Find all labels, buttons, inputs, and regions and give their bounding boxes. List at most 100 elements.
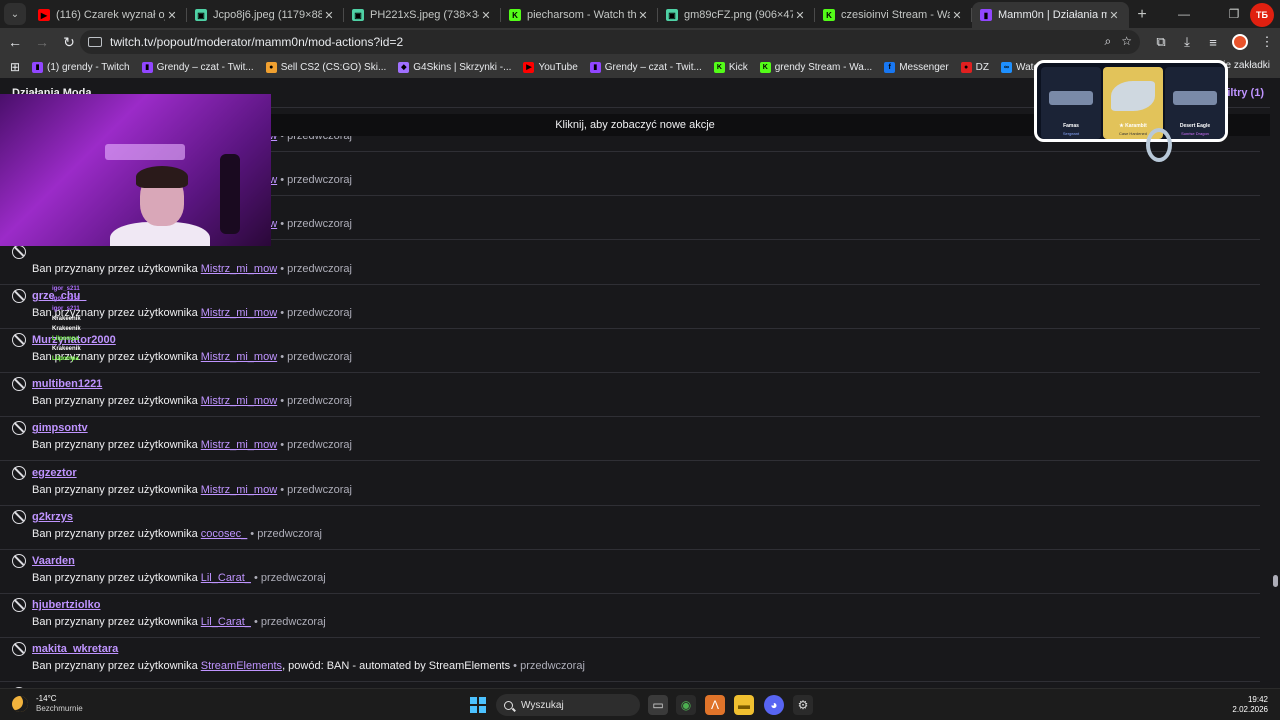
tab-close-icon[interactable]: ✕ xyxy=(479,9,493,22)
ban-icon xyxy=(12,554,26,568)
moderator-link[interactable]: Mistrz_mi_mow xyxy=(201,439,277,451)
browser-tab[interactable]: ▣ gm89cFZ.png (906×474)✕ xyxy=(658,2,815,28)
mod-action-row: egzeztor Ban przyznany przez użytkownika … xyxy=(0,462,1260,506)
bookmark-item[interactable]: ▶ YouTube xyxy=(523,61,578,73)
case-item-name: Famas xyxy=(1063,123,1079,129)
moderator-link[interactable]: StreamElements xyxy=(201,660,282,672)
banned-username-link[interactable]: g2krzys xyxy=(32,511,73,523)
moderator-link[interactable]: Mistrz_mi_mow xyxy=(201,307,277,319)
bookmark-item[interactable]: K Kick xyxy=(713,61,748,73)
mod-action-row: Vaarden Ban przyznany przez użytkownika L… xyxy=(0,550,1260,594)
weather-widget[interactable]: -14°C Bezchmurnie xyxy=(12,694,83,714)
bookmark-favicon-icon: K xyxy=(713,61,725,73)
bookmark-item[interactable]: ● Sell CS2 (CS:GO) Ski... xyxy=(265,61,386,73)
bookmark-favicon-icon: ● xyxy=(265,61,277,73)
tab-search-chevron-icon[interactable]: ⌄ xyxy=(4,3,26,25)
tab-close-icon[interactable]: ✕ xyxy=(165,9,179,22)
moderator-link[interactable]: Mistrz_mi_mow xyxy=(201,263,277,275)
system-clock[interactable]: 19:42 2.02.2026 xyxy=(1232,695,1268,715)
tab-title: gm89cFZ.png (906×474) xyxy=(684,9,793,21)
tab-close-icon[interactable]: ✕ xyxy=(950,9,964,22)
action-time: • przedwczoraj xyxy=(247,527,322,540)
start-icon[interactable] xyxy=(470,697,486,713)
taskbar-search[interactable]: Wyszukaj xyxy=(496,694,640,716)
banned-username-link[interactable]: gimpsontv xyxy=(32,422,88,434)
bookmark-item[interactable]: ◆ G4Skins | Skrzynki -... xyxy=(398,61,511,73)
mod-action-row: makita_wkretara Ban przyznany przez użytk… xyxy=(0,638,1260,683)
ban-icon xyxy=(12,509,26,524)
chat-overlay-name: Krakeenik xyxy=(52,346,81,352)
bookmark-item[interactable]: ▮ Grendy – czat - Twit... xyxy=(589,61,702,73)
banned-username-link[interactable]: hjubertziolko xyxy=(32,599,100,611)
browser-tab[interactable]: Kczesioinvi Stream - Watch Live✕ xyxy=(815,2,972,28)
browser-tab[interactable]: ▶ (116) Czarek wyznał ojcu, że jest✕ xyxy=(30,2,187,28)
bookmark-label: Grendy – czat - Twit... xyxy=(156,61,254,73)
tab-title: Mamm0n | Działania moda - Tw xyxy=(998,9,1107,21)
bookmark-item[interactable]: ▮ (1) grendy - Twitch xyxy=(32,61,130,73)
ban-reason: , powód: BAN - automated by StreamElemen… xyxy=(282,660,511,673)
menu-icon[interactable]: ⋮ xyxy=(1254,34,1280,50)
browser-tab[interactable]: Kpiecharsom - Watch the VOD o✕ xyxy=(501,2,658,28)
zoom-icon[interactable]: ⌕ xyxy=(1105,34,1112,49)
ban-icon xyxy=(12,288,26,303)
bookmark-item[interactable]: ● DZ xyxy=(960,61,989,73)
address-bar[interactable]: twitch.tv/popout/moderator/mamm0n/mod-ac… xyxy=(80,30,1140,54)
tab-close-icon[interactable]: ✕ xyxy=(636,9,650,22)
tab-close-icon[interactable]: ✕ xyxy=(1107,9,1121,22)
steam-icon[interactable]: ⚙ xyxy=(793,695,813,715)
browser-tab[interactable]: ▣ Jcpo8j6.jpeg (1179×883) ✕ xyxy=(187,2,344,28)
app-orange-icon[interactable]: Λ xyxy=(705,695,725,715)
minimize-icon[interactable]: — xyxy=(1164,0,1204,28)
tab-favicon-icon: K xyxy=(509,9,521,21)
moderator-link[interactable]: Mistrz_mi_mow xyxy=(201,484,277,496)
action-text: Ban przyznany przez użytkownika xyxy=(32,262,201,275)
bookmark-star-icon[interactable]: ☆ xyxy=(1121,34,1132,49)
weapon-icon xyxy=(1111,81,1155,111)
weapon-icon xyxy=(1049,91,1093,105)
moderator-link[interactable]: Mistrz_mi_mow xyxy=(201,395,277,407)
chat-overlay-name: Krakeenik xyxy=(52,316,81,322)
chrome-icon[interactable]: ◉ xyxy=(676,695,696,715)
bookmark-item[interactable]: f Messenger xyxy=(884,61,949,73)
browser-tab[interactable]: ▮ Mamm0n | Działania moda - Tw✕ xyxy=(972,2,1129,28)
banned-username-link[interactable]: makita_wkretara xyxy=(32,643,118,655)
scroll-thumb[interactable] xyxy=(1273,575,1278,587)
ban-icon xyxy=(12,642,26,657)
moderator-link[interactable]: Lil_Carat_ xyxy=(201,616,251,628)
back-icon[interactable]: ← xyxy=(3,30,27,54)
site-info-icon[interactable] xyxy=(88,37,102,47)
tab-favicon-icon: ▶ xyxy=(38,9,50,21)
media-controls-icon[interactable]: ≡ xyxy=(1200,35,1226,50)
file-explorer-icon[interactable]: ▬ xyxy=(734,695,754,715)
maximize-icon[interactable]: ❐ xyxy=(1214,0,1254,28)
bookmark-label: YouTube xyxy=(538,61,578,73)
bookmark-item[interactable]: Kgrendy Stream - Wa... xyxy=(759,61,872,73)
banned-username-link[interactable]: Vaarden xyxy=(32,555,75,567)
tab-favicon-icon: ▮ xyxy=(980,9,992,21)
task-view-icon[interactable]: ▭ xyxy=(648,695,668,715)
download-icon[interactable]: ⤓ xyxy=(1174,34,1200,50)
moderator-link[interactable]: cocosec_ xyxy=(201,528,247,540)
banned-username-link[interactable]: egzeztor xyxy=(32,467,77,479)
new-tab-button[interactable]: + xyxy=(1129,2,1155,28)
scrollbar[interactable] xyxy=(1270,78,1280,688)
action-text: Ban przyznany przez użytkownika xyxy=(32,616,201,629)
bookmark-item[interactable]: ▮ Grendy – czat - Twit... xyxy=(141,61,254,73)
tab-close-icon[interactable]: ✕ xyxy=(793,9,807,22)
profile-avatar[interactable] xyxy=(1232,34,1248,50)
action-text: Ban przyznany przez użytkownika xyxy=(32,439,201,452)
action-text: Ban przyznany przez użytkownika xyxy=(32,660,201,673)
browser-tab[interactable]: ▣ PH221xS.jpeg (738×341)✕ xyxy=(344,2,501,28)
tab-close-icon[interactable]: ✕ xyxy=(322,9,336,22)
banned-username-link[interactable]: multiben1221 xyxy=(32,378,102,390)
reload-icon[interactable]: ↻ xyxy=(57,30,81,54)
moderator-link[interactable]: Mistrz_mi_mow xyxy=(201,351,277,363)
tab-title: (116) Czarek wyznał ojcu, że jest xyxy=(56,9,165,21)
apps-grid-icon[interactable]: ⊞ xyxy=(4,60,26,74)
url-text[interactable]: twitch.tv/popout/moderator/mamm0n/mod-ac… xyxy=(110,35,403,49)
discord-icon[interactable]: ◕ xyxy=(764,695,784,715)
moderator-link[interactable]: Lil_Carat_ xyxy=(201,572,251,584)
extensions-icon[interactable]: ⧉ xyxy=(1148,34,1174,50)
channel-logo-icon: ТБ xyxy=(1250,3,1274,27)
forward-icon[interactable]: → xyxy=(30,30,54,54)
